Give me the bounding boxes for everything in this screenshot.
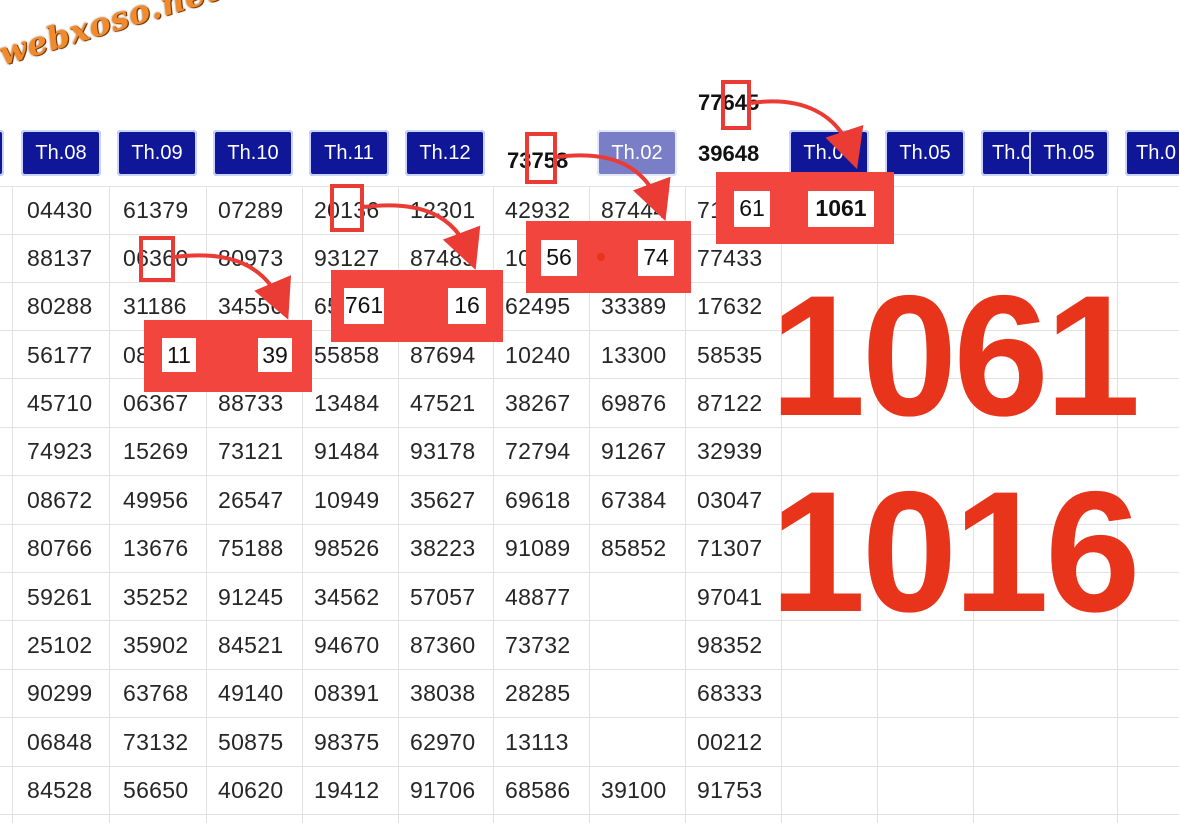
arrow (363, 203, 481, 270)
dot (597, 253, 605, 261)
arrow (174, 253, 292, 320)
big-number-2: 1016 (770, 456, 1141, 648)
arrow (750, 99, 864, 170)
big-number-1: 1061 (770, 260, 1141, 452)
arrow (556, 153, 671, 222)
